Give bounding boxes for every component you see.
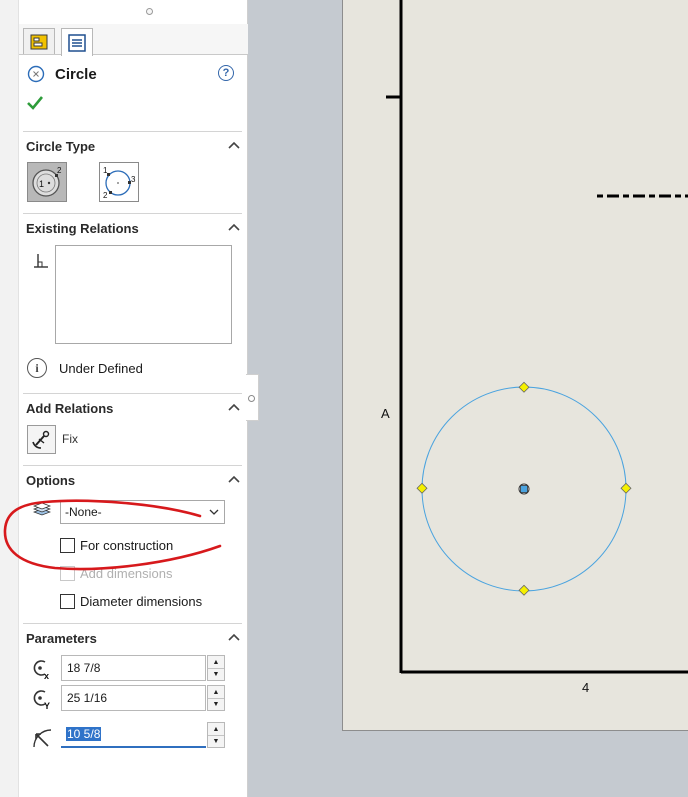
drawing-sheet[interactable]: A 4 — [342, 0, 688, 731]
spin-down-icon[interactable]: ▼ — [208, 698, 224, 710]
spin-up-icon[interactable]: ▲ — [208, 656, 224, 668]
diameter-dimensions-option[interactable]: Diameter dimensions — [60, 594, 202, 609]
panel-grip-handle[interactable] — [146, 8, 153, 15]
options-heading: Options — [26, 472, 76, 488]
svg-text:2: 2 — [57, 166, 62, 175]
collapse-chevron-icon[interactable] — [228, 141, 240, 149]
existing-relations-list[interactable] — [55, 245, 232, 344]
collapse-chevron-icon[interactable] — [228, 403, 240, 411]
panel-collapse-handle[interactable] — [246, 374, 259, 421]
center-y-input[interactable]: 25 1/16 — [61, 685, 206, 711]
panel-tabs — [19, 24, 248, 56]
property-manager-content: Circle ? Circle Type 1 2 1 3 2 Existing … — [18, 0, 248, 797]
perimeter-circle-icon: 1 3 2 — [103, 166, 136, 199]
zone-label-row: A — [381, 406, 390, 421]
definition-status: i Under Defined — [27, 358, 143, 378]
quadrant-handle-left[interactable] — [416, 482, 428, 494]
relations-icon — [34, 254, 48, 268]
quadrant-handle-top[interactable] — [518, 381, 530, 393]
diameter-dimensions-checkbox[interactable] — [60, 594, 75, 609]
radius-spinner[interactable]: ▲ ▼ — [207, 722, 225, 748]
add-relations-section: Add Relations — [23, 393, 242, 422]
diameter-dimensions-label: Diameter dimensions — [80, 594, 203, 609]
center-radius-circle-button[interactable]: 1 2 — [27, 162, 67, 202]
sketch-circle-layer — [416, 381, 632, 596]
parameters-section: Parameters — [23, 623, 242, 652]
panel-title-row: Circle ? — [27, 62, 242, 86]
center-y-spinner[interactable]: ▲ ▼ — [207, 685, 225, 711]
center-x-value: 18 7/8 — [67, 661, 101, 675]
quadrant-handle-bottom[interactable] — [518, 584, 530, 596]
existing-relations-header[interactable]: Existing Relations — [23, 214, 242, 242]
property-manager-icon — [68, 33, 86, 52]
perimeter-circle-button[interactable]: 1 3 2 — [99, 162, 139, 202]
fix-relation-label: Fix — [62, 432, 78, 446]
radius-icon — [33, 729, 52, 748]
circle-type-section: Circle Type — [23, 131, 242, 160]
add-relations-header[interactable]: Add Relations — [23, 394, 242, 422]
zone-label-column: 4 — [582, 680, 590, 695]
circle-center-point[interactable] — [518, 483, 530, 495]
circle-type-heading: Circle Type — [26, 138, 96, 154]
feature-manager-icon — [30, 34, 48, 49]
panel-title: Circle — [55, 65, 97, 83]
spin-up-icon[interactable]: ▲ — [208, 686, 224, 698]
info-icon: i — [27, 358, 47, 378]
tab-feature-manager[interactable] — [23, 28, 55, 54]
definition-status-text: Under Defined — [59, 360, 143, 376]
existing-relations-section: Existing Relations — [23, 213, 242, 242]
center-x-spinner[interactable]: ▲ ▼ — [207, 655, 225, 681]
svg-text:x: x — [44, 671, 49, 680]
checkmark-icon — [27, 96, 44, 110]
svg-text:3: 3 — [131, 175, 136, 184]
circle-feature-icon — [27, 65, 45, 83]
spin-down-icon[interactable]: ▼ — [208, 735, 224, 747]
svg-text:2: 2 — [103, 191, 108, 199]
radius-input[interactable]: 10 5/8 — [61, 722, 206, 748]
svg-text:Y: Y — [44, 701, 50, 710]
svg-text:1: 1 — [39, 179, 44, 189]
spin-up-icon[interactable]: ▲ — [208, 723, 224, 735]
parameters-heading: Parameters — [26, 630, 97, 646]
center-x-icon: x — [33, 660, 49, 680]
radius-value: 10 5/8 — [66, 727, 102, 741]
ok-button[interactable] — [27, 96, 44, 113]
add-relations-heading: Add Relations — [26, 400, 114, 416]
spin-down-icon[interactable]: ▼ — [208, 668, 224, 680]
red-annotation-scribble — [3, 499, 222, 571]
collapse-chevron-icon[interactable] — [228, 633, 240, 641]
center-circle-icon: 1 2 — [32, 166, 62, 197]
fix-relation-button[interactable] — [27, 425, 56, 454]
help-icon[interactable]: ? — [218, 65, 234, 81]
anchor-icon — [31, 430, 49, 449]
quadrant-handle-right[interactable] — [620, 482, 632, 494]
tab-property-manager[interactable] — [61, 28, 93, 56]
center-x-input[interactable]: 18 7/8 — [61, 655, 206, 681]
center-y-icon: Y — [33, 690, 50, 710]
parameters-header[interactable]: Parameters — [23, 624, 242, 652]
collapse-chevron-icon[interactable] — [228, 475, 240, 483]
existing-relations-heading: Existing Relations — [26, 220, 139, 236]
center-y-value: 25 1/16 — [67, 691, 108, 705]
property-manager-panel: Circle ? Circle Type 1 2 1 3 2 Existing … — [0, 0, 248, 797]
circle-type-header[interactable]: Circle Type — [23, 132, 242, 160]
collapse-chevron-icon[interactable] — [228, 223, 240, 231]
